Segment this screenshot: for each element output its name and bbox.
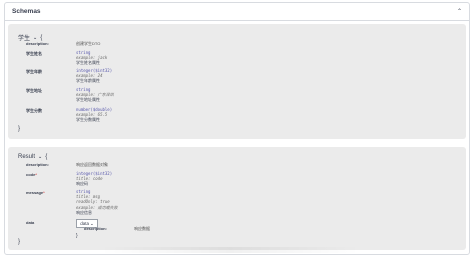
- property-label: 学生年龄属性: [76, 78, 100, 84]
- description-key: description:: [26, 41, 49, 46]
- property-name: data: [26, 220, 35, 225]
- property-detail: integer($int32) example: 24 学生年龄属性: [76, 68, 112, 84]
- chevron-up-icon[interactable]: ⌃: [457, 8, 462, 15]
- property-name: 学生姓名: [26, 51, 42, 56]
- property-label: 学生姓名属性: [76, 60, 100, 66]
- description-value: 创建学生DTO: [76, 41, 101, 46]
- description-value: 响应返回数据对象: [76, 162, 108, 167]
- model-box-result: Result ⌄ { description: 响应返回数据对象 code* i…: [8, 147, 466, 250]
- scroll-shadow: [100, 247, 360, 253]
- property-detail: string title: msg readOnly: true example…: [76, 189, 118, 215]
- chevron-down-icon[interactable]: ⌄: [38, 154, 42, 160]
- property-label: 响应码: [76, 181, 88, 187]
- property-label: 响应信息: [76, 209, 92, 215]
- property-name-text: message: [26, 190, 44, 195]
- property-label: 学生地址属性: [76, 97, 100, 103]
- description-key: description:: [26, 162, 49, 167]
- model-box-student: 学生 ⌄ { description: 创建学生DTO 学生姓名 string …: [8, 24, 466, 139]
- model-name: Result: [18, 154, 36, 160]
- property-name: 学生地址: [26, 88, 42, 93]
- required-marker: *: [35, 172, 37, 177]
- property-label: 学生分数属性: [76, 117, 100, 123]
- property-name-message: message*: [26, 190, 45, 195]
- close-brace: }: [18, 239, 21, 245]
- nested-description-value: 响应数据: [134, 226, 150, 231]
- property-detail: string example: 广东深圳 学生地址属性: [76, 87, 114, 103]
- model-title-result[interactable]: Result ⌄ {: [18, 154, 47, 160]
- property-name-code: code*: [26, 172, 37, 177]
- chevron-down-icon[interactable]: ⌄: [33, 35, 37, 41]
- nested-close-brace: }: [76, 233, 78, 239]
- property-detail: string example: jack 学生姓名属性: [76, 50, 107, 66]
- open-brace: {: [45, 154, 48, 160]
- schemas-title: Schemas: [12, 8, 41, 15]
- close-brace: }: [18, 126, 21, 132]
- schemas-header[interactable]: Schemas ⌃: [5, 3, 469, 21]
- property-name: 学生年龄: [26, 69, 42, 74]
- property-name: 学生分数: [26, 108, 42, 113]
- property-detail: integer($int32) title: code 响应码: [76, 171, 112, 187]
- property-detail: number($double) example: 65.5 学生分数属性: [76, 107, 112, 123]
- nested-description-key: description:: [84, 226, 107, 231]
- property-name-text: code: [26, 172, 36, 177]
- open-brace: {: [40, 34, 43, 41]
- required-marker: *: [43, 190, 45, 195]
